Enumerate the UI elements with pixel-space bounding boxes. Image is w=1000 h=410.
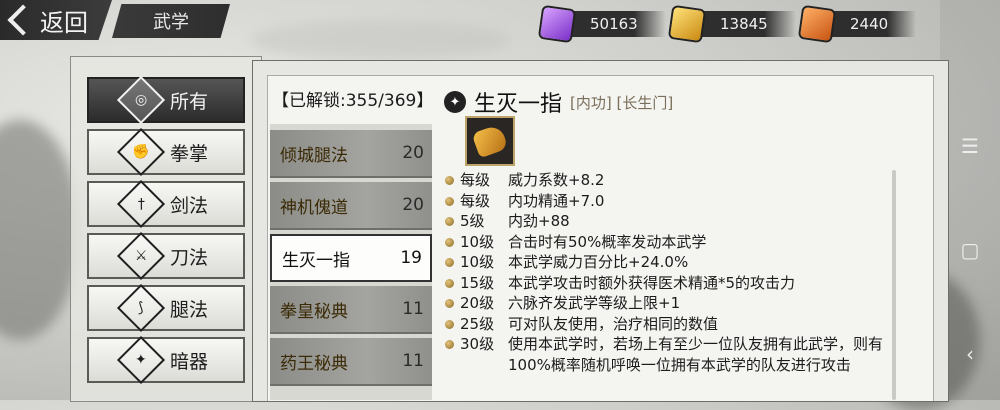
skill-row-selected[interactable]: 生灭一指 19 bbox=[270, 234, 432, 282]
effect-level: 10级 bbox=[460, 253, 495, 271]
currency-purple[interactable]: 50163 bbox=[540, 7, 666, 41]
category-leg[interactable]: ⟆ 腿法 bbox=[87, 283, 245, 333]
finger-strike-icon bbox=[471, 123, 509, 159]
skill-portrait bbox=[465, 116, 515, 166]
category-dart[interactable]: ✦ 暗器 bbox=[87, 335, 245, 385]
effects-scrollbar[interactable] bbox=[892, 170, 896, 400]
category-label: 所有 bbox=[169, 90, 208, 113]
ink-wash-decoration bbox=[0, 120, 80, 340]
skill-name: 倾城腿法 bbox=[280, 145, 348, 166]
effect-level: 25级 bbox=[460, 314, 495, 333]
inner-power-icon: ✦ bbox=[444, 91, 466, 113]
category-label: 腿法 bbox=[169, 298, 208, 321]
bullet-icon bbox=[445, 176, 454, 185]
currency-value: 13845 bbox=[690, 11, 796, 37]
category-all[interactable]: ◎ 所有 bbox=[87, 75, 245, 125]
skill-level: 20 bbox=[402, 143, 424, 163]
effect-text: 内功精通+7.0 bbox=[508, 191, 605, 210]
skill-detail-name: 生灭一指 bbox=[474, 92, 563, 117]
effect-row: 10级 本武学威力百分比+24.0% bbox=[443, 252, 883, 273]
category-label: 拳掌 bbox=[169, 142, 208, 165]
back-nav-icon[interactable]: ‹ bbox=[958, 342, 982, 366]
effect-text: 可对队友使用，治疗相同的数值 bbox=[508, 314, 719, 333]
gold-token-icon bbox=[670, 7, 704, 41]
skill-level: 11 bbox=[402, 351, 424, 371]
effect-level: 20级 bbox=[460, 294, 495, 312]
skill-level: 19 bbox=[400, 248, 422, 268]
category-label: 暗器 bbox=[169, 350, 208, 373]
skill-name: 神机傀道 bbox=[280, 197, 348, 218]
purple-token-icon bbox=[540, 7, 574, 41]
effect-level: 15级 bbox=[460, 273, 495, 292]
skill-row[interactable]: 神机傀道 20 bbox=[270, 182, 432, 230]
currency-value: 2440 bbox=[820, 11, 917, 37]
effect-row: 20级 六脉齐发武学等级上限+1 bbox=[443, 293, 883, 314]
fist-icon: ✊ bbox=[116, 127, 166, 177]
skill-name: 生灭一指 bbox=[282, 250, 350, 271]
skill-row[interactable]: 倾城腿法 20 bbox=[270, 130, 432, 178]
effect-level: 10级 bbox=[460, 232, 495, 251]
skill-row[interactable]: 拳皇秘典 11 bbox=[270, 286, 432, 334]
all-icon: ◎ bbox=[116, 75, 166, 125]
currency-gold[interactable]: 13845 bbox=[670, 7, 796, 41]
bullet-icon bbox=[445, 258, 454, 267]
blade-icon: ⚔ bbox=[116, 231, 166, 281]
bullet-icon bbox=[445, 340, 454, 349]
ink-wash-decoration bbox=[250, 20, 510, 60]
effect-text: 本武学威力百分比+24.0% bbox=[508, 253, 689, 271]
currency-orange[interactable]: 2440 bbox=[800, 7, 917, 41]
category-label: 剑法 bbox=[169, 194, 208, 217]
dart-icon: ✦ bbox=[116, 335, 166, 385]
category-panel: ◎ 所有 ✊ 拳掌 † 剑法 ⚔ 刀法 ⟆ 腿法 ✦ 暗器 bbox=[70, 56, 262, 402]
currency-value: 50163 bbox=[560, 11, 666, 37]
back-arrow-icon bbox=[7, 4, 39, 36]
effect-row: 每级 内功精通+7.0 bbox=[443, 191, 883, 212]
menu-icon[interactable]: ☰ bbox=[958, 134, 982, 158]
system-nav-bar: ☰ ▢ ‹ bbox=[940, 0, 1000, 400]
category-fist[interactable]: ✊ 拳掌 bbox=[87, 127, 245, 177]
category-blade[interactable]: ⚔ 刀法 bbox=[87, 231, 245, 281]
skill-level: 11 bbox=[402, 299, 424, 319]
back-label: 返回 bbox=[40, 8, 88, 37]
effect-text: 本武学攻击时额外获得医术精通*5的攻击力 bbox=[508, 273, 796, 292]
effect-text: 六脉齐发武学等级上限+1 bbox=[508, 294, 681, 312]
skill-level: 20 bbox=[402, 195, 424, 215]
skill-effects: 每级 威力系数+8.2 每级 内功精通+7.0 5级 内劲+88 10级 合击时有50%… bbox=[443, 170, 883, 375]
screen-title: 武学 bbox=[112, 4, 230, 38]
effect-text: 合击时有50%概率发动本武学 bbox=[508, 232, 707, 251]
effect-row: 25级 可对队友使用，治疗相同的数值 bbox=[443, 314, 883, 335]
skill-name: 拳皇秘典 bbox=[280, 301, 348, 322]
bullet-icon bbox=[445, 278, 454, 288]
skill-detail-tags: [内功] [长生门] bbox=[570, 93, 674, 112]
leg-icon: ⟆ bbox=[116, 283, 166, 333]
category-label: 刀法 bbox=[169, 246, 208, 269]
skill-name: 药王秘典 bbox=[280, 353, 348, 374]
skill-list[interactable]: 倾城腿法 20 神机傀道 20 生灭一指 19 拳皇秘典 11 药王秘典 11 bbox=[270, 124, 432, 400]
effect-row: 15级 本武学攻击时额外获得医术精通*5的攻击力 bbox=[443, 273, 883, 294]
unlock-counter: 【已解锁:355/369】 bbox=[272, 91, 434, 111]
effect-row: 5级 内劲+88 bbox=[443, 211, 883, 232]
category-sword[interactable]: † 剑法 bbox=[87, 179, 245, 229]
back-button[interactable]: 返回 bbox=[0, 0, 112, 40]
effect-row: 10级 合击时有50%概率发动本武学 bbox=[443, 232, 883, 253]
effect-row: 30级 使用本武学时，若场上有至少一位队友拥有此武学，则有100%概率随机呼唤一位… bbox=[443, 334, 883, 375]
effect-level: 每级 bbox=[460, 171, 491, 189]
effect-level: 30级 bbox=[460, 335, 495, 353]
bullet-icon bbox=[445, 217, 454, 226]
orange-token-icon bbox=[800, 7, 834, 41]
effect-text: 威力系数+8.2 bbox=[508, 171, 605, 189]
bullet-icon bbox=[445, 319, 454, 329]
effect-row: 每级 威力系数+8.2 bbox=[443, 170, 883, 191]
effect-level: 5级 bbox=[460, 212, 485, 230]
bullet-icon bbox=[445, 196, 454, 206]
skill-detail-header: ✦ 生灭一指 [内功] [长生门] bbox=[444, 86, 673, 118]
effect-text: 内劲+88 bbox=[508, 212, 570, 230]
effect-level: 每级 bbox=[460, 191, 491, 210]
effect-text: 使用本武学时，若场上有至少一位队友拥有此武学，则有100%概率随机呼唤一位拥有本… bbox=[508, 335, 884, 374]
home-icon[interactable]: ▢ bbox=[958, 238, 982, 262]
bullet-icon bbox=[445, 299, 454, 308]
skill-row[interactable]: 药王秘典 11 bbox=[270, 338, 432, 386]
bullet-icon bbox=[445, 237, 454, 247]
sword-icon: † bbox=[116, 179, 166, 229]
